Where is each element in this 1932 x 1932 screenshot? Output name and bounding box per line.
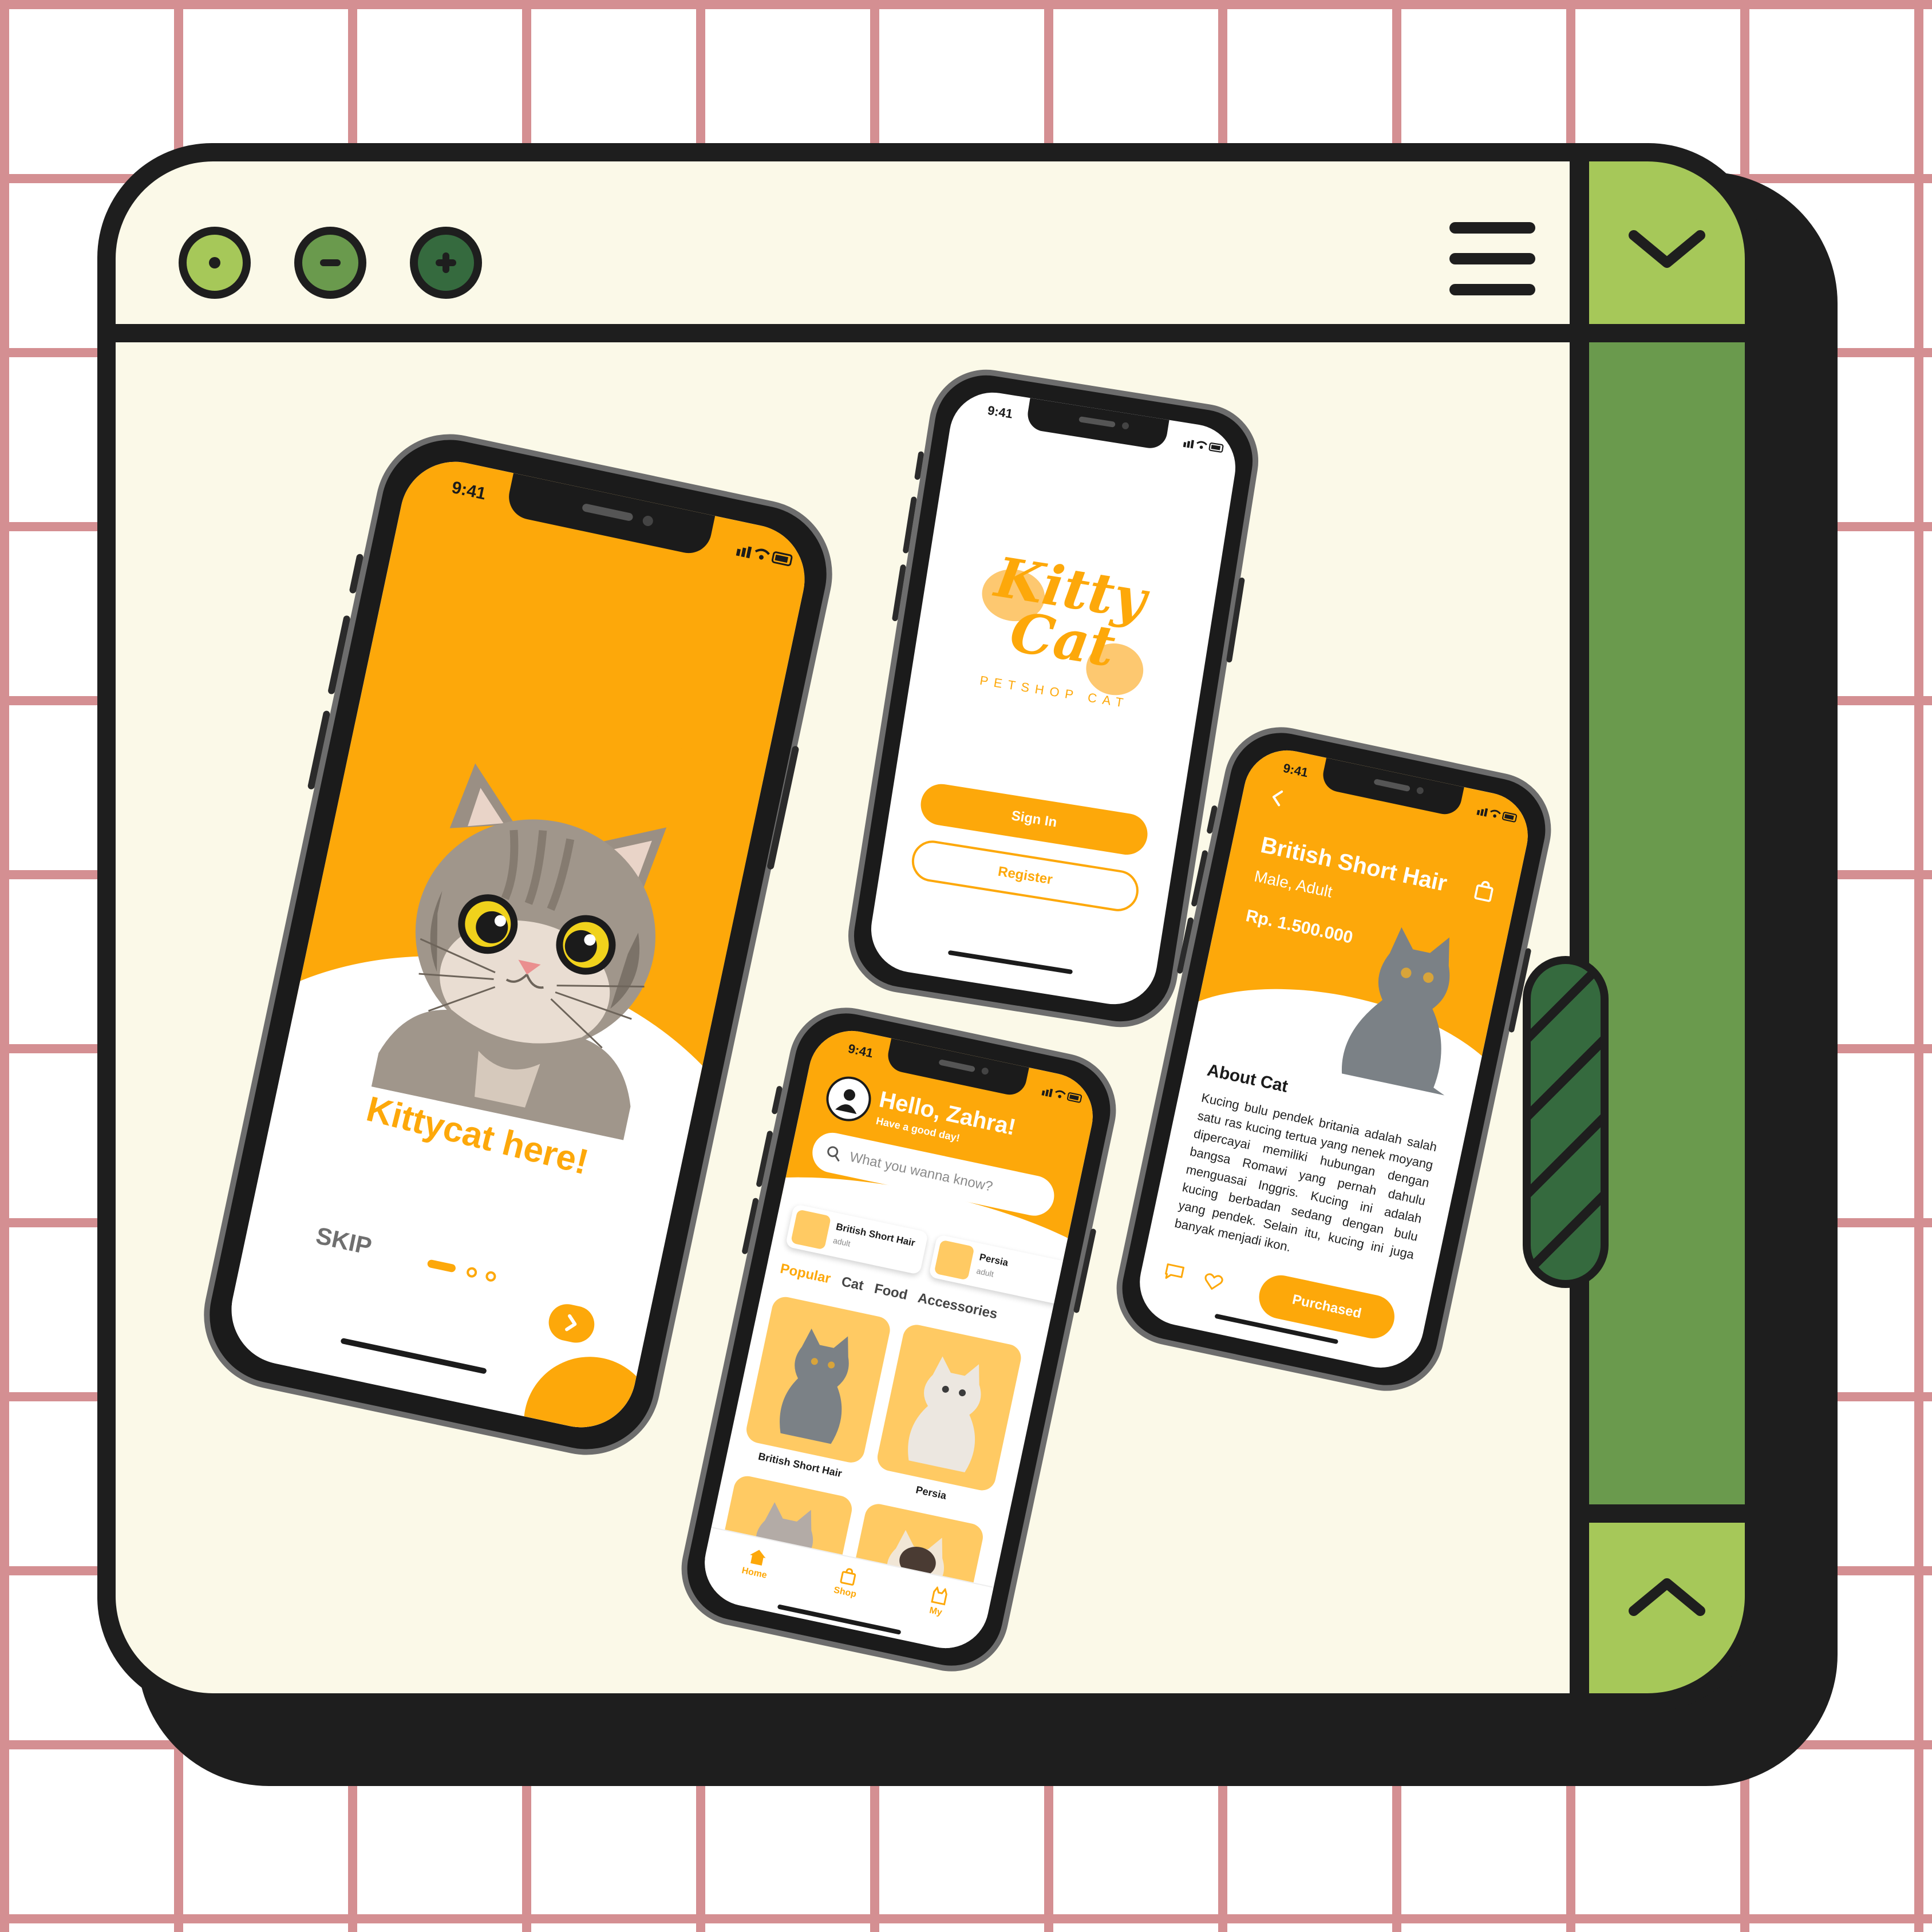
status-icons	[1183, 440, 1224, 453]
notch	[1025, 398, 1170, 451]
title-bar	[116, 161, 1570, 324]
nav-shop[interactable]: Shop	[821, 1563, 872, 1602]
dot-icon[interactable]	[179, 227, 251, 299]
search-icon	[827, 1146, 840, 1162]
cat-photo-icon	[780, 1328, 849, 1444]
cat-photo-icon	[934, 1239, 975, 1281]
plus-icon[interactable]	[410, 227, 482, 299]
home-indicator	[777, 1604, 902, 1635]
bag-icon	[840, 1568, 856, 1586]
cat-photo-icon	[908, 1356, 981, 1473]
cat-photo-icon	[791, 1209, 832, 1250]
cat-icon	[931, 1586, 947, 1606]
product-card[interactable]	[744, 1294, 893, 1465]
scrollbar-thumb[interactable]	[1523, 956, 1609, 1288]
scrollbar-track[interactable]	[1589, 342, 1745, 1504]
scroll-down-region[interactable]	[1589, 1523, 1745, 1693]
hamburger-icon[interactable]	[1449, 222, 1535, 295]
nav-my[interactable]: My	[912, 1582, 963, 1621]
chevron-up-icon[interactable]	[1627, 1573, 1707, 1619]
chevron-down-icon[interactable]	[1627, 227, 1707, 273]
purchase-button[interactable]: Purchased	[1255, 1271, 1399, 1343]
scroll-up-region[interactable]	[1589, 161, 1745, 324]
home-indicator	[947, 950, 1073, 975]
login-screen: 9:41 Kitty Cat PETSHOP CAT Sign In Regis…	[865, 386, 1242, 1011]
home-icon	[750, 1550, 766, 1566]
chat-icon[interactable]	[1163, 1262, 1186, 1283]
nav-home[interactable]: Home	[731, 1544, 782, 1583]
status-time: 9:41	[986, 403, 1014, 421]
minus-icon[interactable]	[294, 227, 366, 299]
product-card[interactable]	[875, 1322, 1024, 1493]
heart-icon[interactable]	[1202, 1272, 1224, 1293]
chevron-right-icon	[565, 1314, 577, 1332]
user-icon	[835, 1089, 857, 1115]
